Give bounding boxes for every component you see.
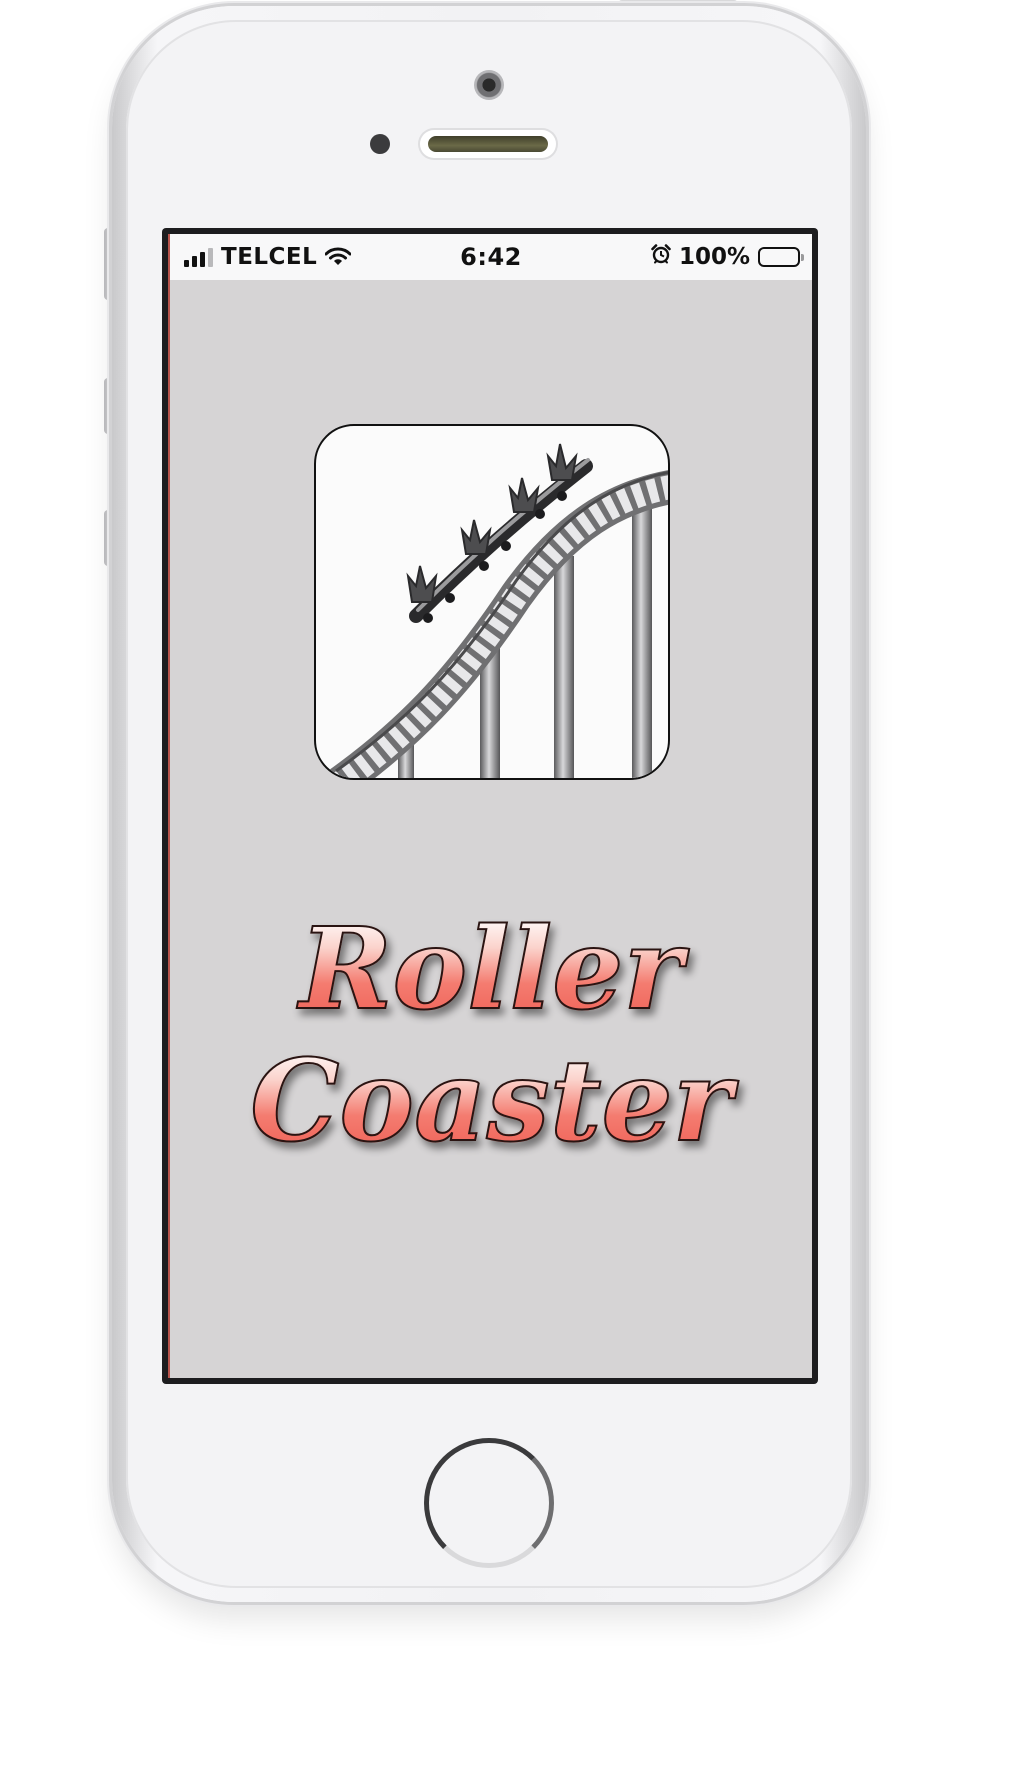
proximity-sensor-icon [370,134,390,154]
roller-coaster-icon [314,424,670,780]
alarm-icon [651,244,671,270]
phone-screen: TELCEL 6:42 100% Roller Coaster [162,228,818,1384]
splash-screen: TELCEL 6:42 100% Roller Coaster [168,234,812,1378]
earpiece-speaker-icon [420,130,556,158]
home-button[interactable] [424,1438,554,1568]
app-title-line-1: Roller [170,913,812,1027]
front-camera-icon [474,70,504,100]
battery-icon [758,247,804,267]
status-right-group: 100% [651,234,804,280]
battery-percent: 100% [678,244,750,270]
status-bar: TELCEL 6:42 100% [170,234,812,280]
app-title-line-2: Coaster [170,1045,812,1159]
